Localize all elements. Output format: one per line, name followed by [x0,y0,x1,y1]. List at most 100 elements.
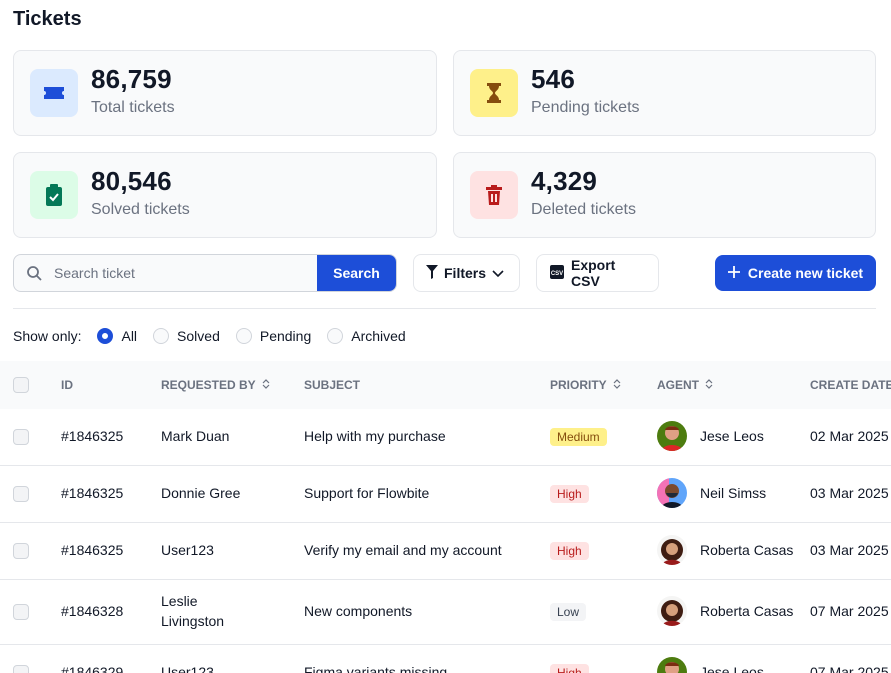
stat-card-solved: 80,546 Solved tickets [13,152,437,238]
sort-icon[interactable] [705,378,713,392]
column-header-agent[interactable]: Agent [657,378,713,392]
stat-label: Pending tickets [531,99,640,116]
create-label: Create new ticket [747,265,864,281]
stat-value: 86,759 [91,64,172,94]
search-input[interactable] [54,255,316,291]
row-checkbox[interactable] [13,543,29,559]
table-row[interactable]: #1846328 Leslie Livingston New component… [0,580,891,645]
priority-badge: High [550,485,589,503]
radio-all[interactable]: All [97,328,137,344]
stat-card-deleted: 4,329 Deleted tickets [453,152,876,238]
agent-avatar [657,421,687,451]
sort-icon[interactable] [613,378,621,392]
agent-name: Jese Leos [700,664,764,673]
priority-badge: Low [550,603,587,621]
requested-by: Mark Duan [161,428,230,444]
row-checkbox[interactable] [13,665,29,673]
filters-button[interactable]: Filters [413,254,520,292]
agent-name: Jese Leos [700,428,764,444]
stat-card-pending: 546 Pending tickets [453,50,876,136]
show-only-filter: Show only: All Solved Pending Archived [13,326,422,346]
agent-avatar [657,596,687,626]
clipboard-check-icon [30,171,78,219]
radio-label: Archived [351,328,406,344]
table-row[interactable]: #1846325 Mark Duan Help with my purchase… [0,409,891,466]
radio-label: All [121,328,138,344]
agent-name: Neil Simss [700,485,767,501]
stat-value: 80,546 [91,166,172,196]
column-header-id: ID [61,378,73,392]
subject[interactable]: Verify my email and my account [304,542,502,558]
show-only-label: Show only: [13,328,82,344]
subject[interactable]: Help with my purchase [304,428,446,444]
radio-button[interactable] [235,328,252,344]
stat-card-total: 86,759 Total tickets [13,50,437,136]
trash-icon [470,171,518,219]
search-button[interactable]: Search [317,255,396,291]
priority-badge: High [550,664,589,673]
ticket-id: #1846329 [61,664,124,673]
svg-text:CSV: CSV [551,271,563,277]
sort-icon[interactable] [262,378,270,392]
column-header-requested-by[interactable]: Requested by [161,378,270,392]
create-date: 02 Mar 2025 [810,428,889,444]
requested-by: User123 [161,542,214,558]
radio-label: Solved [177,328,220,344]
create-ticket-button[interactable]: Create new ticket [715,255,876,291]
hourglass-icon [470,69,518,117]
stat-label: Deleted tickets [531,201,636,218]
agent-avatar [657,657,687,673]
select-all-checkbox[interactable] [13,377,29,393]
ticket-icon [30,69,78,117]
stat-label: Total tickets [91,99,175,116]
radio-label: Pending [259,328,312,344]
page-title: Tickets [13,8,82,30]
agent-name: Roberta Casas [700,603,794,619]
priority-badge: High [550,542,589,560]
table-row[interactable]: #1846325 Donnie Gree Support for Flowbit… [0,466,891,523]
column-header-create-date: Create date [810,378,891,392]
ticket-id: #1846325 [61,542,124,558]
export-label: Export CSV [571,257,616,289]
ticket-id: #1846325 [61,428,124,444]
divider [13,308,876,309]
ticket-id: #1846325 [61,485,124,501]
table-row[interactable]: #1846325 User123 Verify my email and my … [0,523,891,580]
requested-by-last: Livingston [161,613,225,629]
ticket-id: #1846328 [61,603,124,619]
search-group: Search [13,254,397,292]
row-checkbox[interactable] [13,429,29,445]
radio-archived[interactable]: Archived [327,328,406,344]
radio-solved[interactable]: Solved [153,328,220,344]
column-header-subject: Subject [304,378,361,392]
radio-button[interactable] [327,328,344,344]
radio-button[interactable] [97,328,114,344]
search-icon [26,265,42,286]
priority-badge: Medium [550,428,607,446]
chevron-down-icon [492,265,504,281]
filter-icon [426,264,438,282]
requested-by: Donnie Gree [161,485,241,501]
row-checkbox[interactable] [13,486,29,502]
requested-by: User123 [161,664,214,673]
create-date: 07 Mar 2025 [810,664,889,673]
row-checkbox[interactable] [13,604,29,620]
table-row[interactable]: #1846329 User123 Figma variants missing … [0,645,891,673]
filters-label: Filters [444,265,487,281]
create-date: 03 Mar 2025 [810,542,889,558]
stat-label: Solved tickets [91,201,190,218]
subject[interactable]: Figma variants missing [304,664,447,673]
export-csv-button[interactable]: CSV Export CSV [536,254,659,292]
agent-avatar [657,535,687,565]
column-header-priority[interactable]: Priority [550,378,621,392]
plus-icon [727,265,740,281]
agent-avatar [657,478,687,508]
subject[interactable]: New components [304,603,412,619]
agent-name: Roberta Casas [700,542,794,558]
subject[interactable]: Support for Flowbite [304,485,429,501]
radio-pending[interactable]: Pending [235,328,312,344]
stat-value: 546 [531,64,575,94]
stat-value: 4,329 [531,166,598,196]
radio-button[interactable] [153,328,170,344]
csv-file-icon: CSV [549,264,565,283]
